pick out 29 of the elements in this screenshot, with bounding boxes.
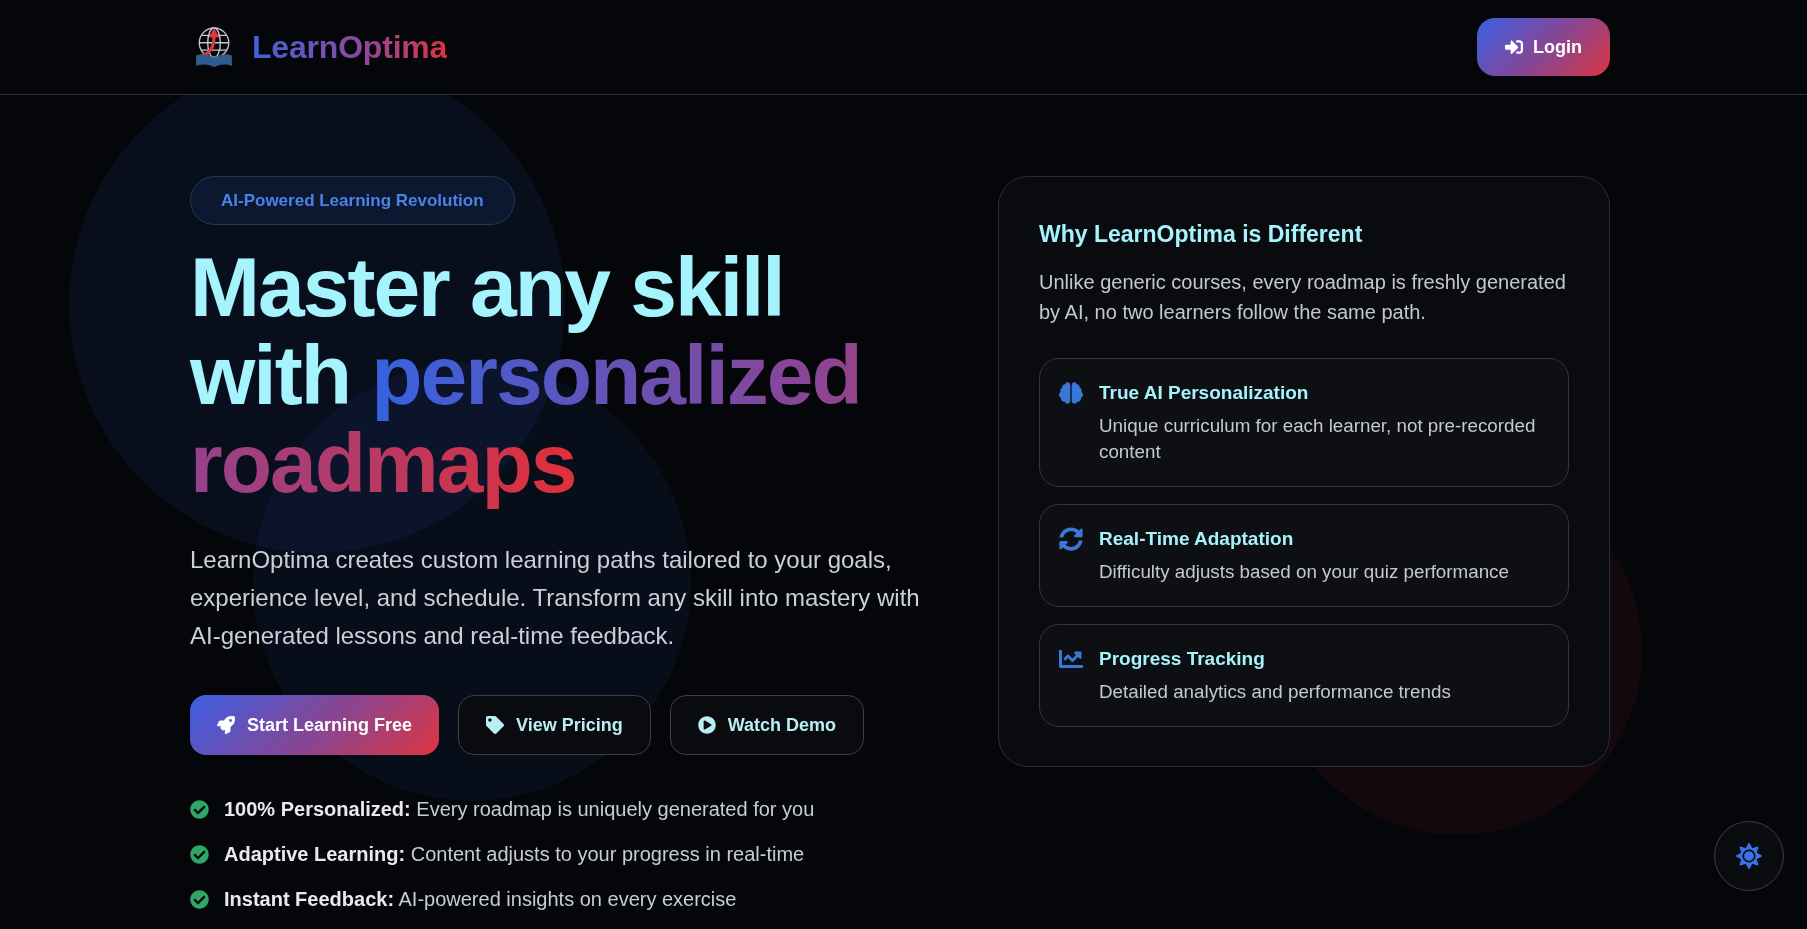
card-description: Unlike generic courses, every roadmap is freshly generated by AI, no two learners follow the same path. bbox=[1039, 270, 1567, 325]
cta-button[interactable]: Start Learning Free bbox=[190, 695, 440, 755]
feature-title: True AI Personalization bbox=[1099, 381, 1310, 405]
highlight-text: 100% Personalized: Every roadmap is uniquely generated for you bbox=[224, 797, 815, 822]
play-icon bbox=[697, 716, 716, 734]
cta-button[interactable]: View Pricing bbox=[458, 695, 651, 755]
brain-icon bbox=[1059, 381, 1083, 405]
check-icon bbox=[190, 889, 209, 909]
sign-in-icon bbox=[1505, 38, 1523, 56]
feature-title: Real-Time Adaptation bbox=[1099, 527, 1295, 551]
sun-icon bbox=[1736, 843, 1762, 869]
rocket-icon bbox=[217, 716, 235, 734]
feature-description: Difficulty adjusts based on your quiz performance bbox=[1099, 560, 1509, 584]
highlight-text: Adaptive Learning: Content adjusts to your progress in real-time bbox=[224, 842, 805, 867]
feature-description: Detailed analytics and performance trends bbox=[1099, 680, 1451, 704]
check-icon bbox=[190, 844, 209, 864]
check-icon bbox=[190, 799, 209, 819]
highlight-text: Instant Feedback: AI-powered insights on every exercise bbox=[224, 887, 737, 912]
logo-icon bbox=[194, 27, 234, 67]
feature-title: Progress Tracking bbox=[1099, 647, 1266, 671]
cta-button[interactable]: Watch Demo bbox=[669, 695, 865, 755]
tag-icon bbox=[486, 716, 505, 734]
line-chart-icon bbox=[1059, 647, 1083, 671]
card-title: Why LearnOptima is Different bbox=[1039, 220, 1364, 249]
refresh-icon bbox=[1059, 527, 1083, 551]
hero-description: LearnOptima creates custom learning paths tailored to your goals, experience level, and schedule. Transform any skill into mastery with AI-generated lessons and real-time feedback. bbox=[190, 545, 921, 651]
login-button[interactable]: Login bbox=[1477, 18, 1610, 76]
hero-badge: AI-Powered Learning Revolution bbox=[190, 176, 515, 225]
feature-description: Unique curriculum for each learner, not pre-recorded content bbox=[1099, 414, 1537, 464]
